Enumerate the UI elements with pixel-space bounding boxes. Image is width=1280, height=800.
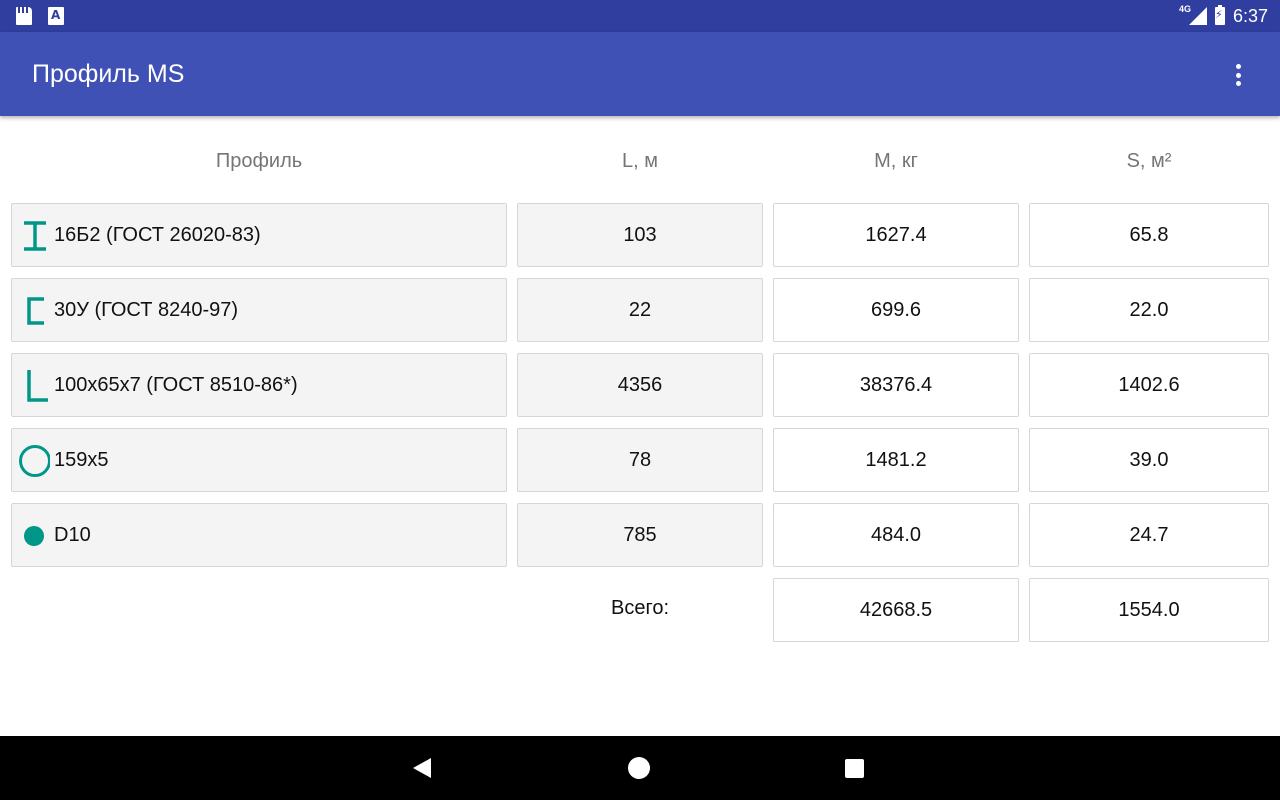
profile-select-button[interactable]: 16Б2 (ГОСТ 26020-83) bbox=[11, 203, 507, 267]
profile-select-button[interactable]: 30У (ГОСТ 8240-97) bbox=[11, 278, 507, 342]
overflow-menu-icon[interactable] bbox=[1226, 63, 1250, 87]
header-mass: M, кг bbox=[874, 150, 918, 172]
length-input[interactable]: 103 bbox=[517, 203, 763, 267]
length-input[interactable]: 785 bbox=[517, 503, 763, 567]
area-value: 1402.6 bbox=[1029, 353, 1269, 417]
mass-value: 484.0 bbox=[773, 503, 1019, 567]
area-value: 22.0 bbox=[1029, 278, 1269, 342]
total-area-value: 1554.0 bbox=[1029, 578, 1269, 642]
pipe-icon bbox=[19, 445, 50, 477]
total-mass-value: 42668.5 bbox=[773, 578, 1019, 642]
battery-charging-icon bbox=[1214, 5, 1225, 25]
app-notification-icon: A bbox=[48, 7, 64, 25]
length-input[interactable]: 22 bbox=[517, 278, 763, 342]
app-title: Профиль MS bbox=[32, 60, 185, 88]
sd-card-icon bbox=[16, 7, 32, 25]
mass-value: 38376.4 bbox=[773, 353, 1019, 417]
signal-icon bbox=[1188, 7, 1207, 25]
profile-select-button[interactable]: D10 bbox=[11, 503, 507, 567]
profile-name: D10 bbox=[54, 523, 91, 546]
header-length: L, м bbox=[622, 150, 658, 172]
back-icon[interactable] bbox=[413, 758, 431, 778]
area-value: 65.8 bbox=[1029, 203, 1269, 267]
channel-icon bbox=[27, 297, 44, 325]
area-value: 24.7 bbox=[1029, 503, 1269, 567]
profile-name: 16Б2 (ГОСТ 26020-83) bbox=[54, 223, 261, 246]
mass-value: 1627.4 bbox=[773, 203, 1019, 267]
area-value: 39.0 bbox=[1029, 428, 1269, 492]
header-area: S, м² bbox=[1126, 150, 1172, 172]
length-input[interactable]: 4356 bbox=[517, 353, 763, 417]
status-bar: A 4G 6:37 bbox=[0, 0, 1280, 32]
profile-select-button[interactable]: 100x65x7 (ГОСТ 8510-86*) bbox=[11, 353, 507, 417]
profile-name: 100x65x7 (ГОСТ 8510-86*) bbox=[54, 373, 298, 396]
i-beam-icon bbox=[24, 221, 46, 251]
app-bar: Профиль MS bbox=[0, 32, 1280, 116]
network-type-label: 4G bbox=[1178, 4, 1191, 14]
navigation-bar bbox=[0, 736, 1280, 800]
profile-name: 30У (ГОСТ 8240-97) bbox=[54, 298, 239, 321]
profile-name: 159x5 bbox=[54, 448, 109, 471]
table-header: Профиль L, м M, кг S, м² bbox=[0, 140, 1280, 180]
length-input[interactable]: 78 bbox=[517, 428, 763, 492]
angle-icon bbox=[27, 370, 48, 402]
round-bar-icon bbox=[24, 526, 44, 546]
mass-value: 1481.2 bbox=[773, 428, 1019, 492]
recents-icon[interactable] bbox=[845, 759, 864, 778]
mass-value: 699.6 bbox=[773, 278, 1019, 342]
header-profile: Профиль bbox=[215, 150, 303, 172]
profile-select-button[interactable]: 159x5 bbox=[11, 428, 507, 492]
total-label: Всего: bbox=[611, 597, 669, 619]
clock: 6:37 bbox=[1232, 5, 1268, 26]
home-icon[interactable] bbox=[628, 757, 650, 779]
